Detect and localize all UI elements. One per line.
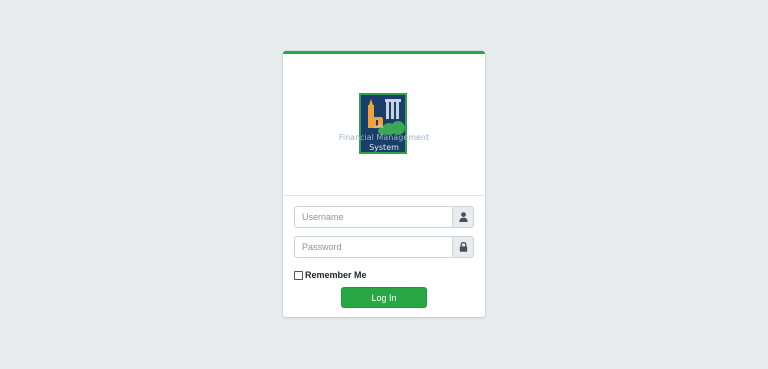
password-addon: [452, 236, 474, 258]
login-button[interactable]: Log In: [341, 287, 427, 308]
user-icon: [458, 212, 468, 222]
lock-icon: [459, 242, 467, 252]
remember-me[interactable]: Remember Me: [294, 269, 367, 281]
login-card: Financial Management System Remember Me …: [283, 51, 485, 317]
remember-me-label: Remember Me: [305, 270, 367, 280]
username-group: [294, 206, 474, 228]
remember-me-checkbox[interactable]: [294, 270, 303, 280]
password-input[interactable]: [294, 236, 452, 258]
username-input[interactable]: [294, 206, 452, 228]
username-addon: [452, 206, 474, 228]
password-group: [294, 236, 474, 258]
login-card-header: Financial Management System: [283, 54, 485, 196]
logo-caption-title: Financial Management: [338, 133, 430, 142]
logo-caption-subtitle: System: [369, 143, 399, 152]
